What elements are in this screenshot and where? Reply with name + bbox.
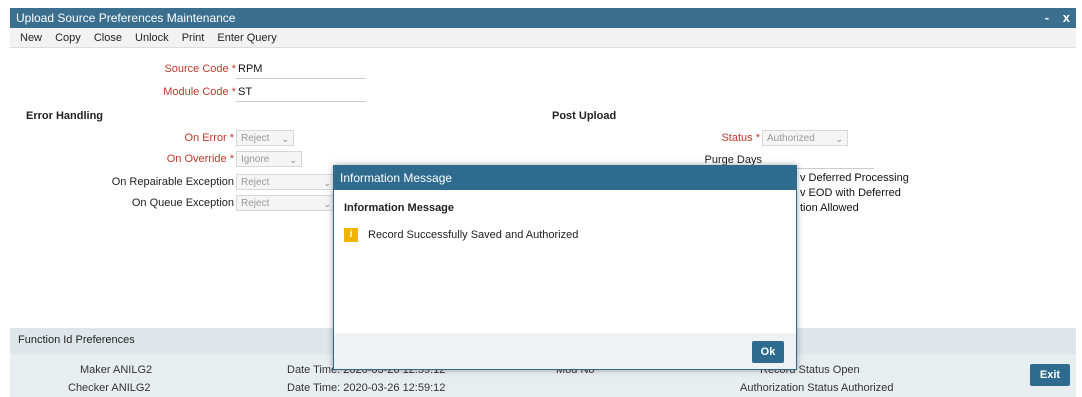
info-icon: i bbox=[344, 228, 358, 242]
chevron-down-icon: ⌄ bbox=[323, 178, 331, 188]
menu-copy[interactable]: Copy bbox=[55, 32, 81, 44]
checker-date-text: Date Time: 2020-03-26 12:59:12 bbox=[287, 382, 446, 394]
on-error-label: On Error * bbox=[184, 132, 234, 144]
menu-new[interactable]: New bbox=[20, 32, 42, 44]
menu-unlock[interactable]: Unlock bbox=[135, 32, 169, 44]
minimize-button[interactable]: - bbox=[1045, 10, 1049, 25]
post-upload-heading: Post Upload bbox=[552, 110, 617, 122]
toolbar-menu: New Copy Close Unlock Print Enter Query bbox=[10, 28, 1076, 48]
ok-button[interactable]: Ok bbox=[752, 341, 784, 363]
window-titlebar: Upload Source Preferences Maintenance - … bbox=[10, 8, 1076, 28]
dialog-message: Record Successfully Saved and Authorized bbox=[368, 229, 579, 241]
window-controls: - x bbox=[1035, 8, 1070, 28]
maker-text: Maker ANILG2 bbox=[80, 364, 153, 376]
on-queue-select[interactable]: Reject ⌄ bbox=[236, 195, 336, 211]
on-override-label: On Override * bbox=[166, 153, 234, 165]
module-code-label: Module Code * bbox=[163, 86, 236, 98]
dialog-subtitle: Information Message bbox=[344, 202, 455, 214]
source-code-label: Source Code * bbox=[164, 63, 236, 75]
chevron-down-icon: ⌄ bbox=[281, 134, 289, 144]
checker-text: Checker ANILG2 bbox=[68, 382, 151, 394]
window-title: Upload Source Preferences Maintenance bbox=[16, 11, 236, 25]
exit-button[interactable]: Exit bbox=[1030, 364, 1070, 386]
menu-enter-query[interactable]: Enter Query bbox=[217, 32, 276, 44]
information-dialog: Information Message Information Message … bbox=[333, 165, 797, 370]
dialog-footer: Ok bbox=[334, 333, 796, 369]
menu-print[interactable]: Print bbox=[182, 32, 205, 44]
chevron-down-icon: ⌄ bbox=[323, 199, 331, 209]
menu-close[interactable]: Close bbox=[94, 32, 122, 44]
module-code-input[interactable]: ST bbox=[238, 86, 252, 98]
on-override-select[interactable]: Ignore ⌄ bbox=[236, 151, 302, 167]
chevron-down-icon: ⌄ bbox=[835, 134, 843, 144]
error-handling-heading: Error Handling bbox=[26, 110, 104, 122]
on-error-select[interactable]: Reject ⌄ bbox=[236, 130, 294, 146]
deferred-processing-option[interactable]: v Deferred Processing bbox=[800, 172, 909, 184]
status-label: Status * bbox=[721, 132, 760, 144]
on-repairable-label: On Repairable Exception bbox=[111, 176, 234, 188]
allowed-option[interactable]: tion Allowed bbox=[800, 202, 859, 214]
function-id-preferences-link[interactable]: Function Id Preferences bbox=[18, 334, 135, 346]
eod-deferred-option[interactable]: v EOD with Deferred bbox=[800, 187, 901, 199]
close-window-button[interactable]: x bbox=[1063, 10, 1070, 25]
chevron-down-icon: ⌄ bbox=[289, 155, 297, 165]
authorization-status-text: Authorization Status Authorized bbox=[740, 382, 894, 394]
on-queue-label: On Queue Exception bbox=[131, 197, 234, 209]
dialog-title: Information Message bbox=[334, 166, 796, 190]
on-repairable-select[interactable]: Reject ⌄ bbox=[236, 174, 336, 190]
source-code-input[interactable]: RPM bbox=[238, 63, 262, 75]
status-select[interactable]: Authorized ⌄ bbox=[762, 130, 848, 146]
